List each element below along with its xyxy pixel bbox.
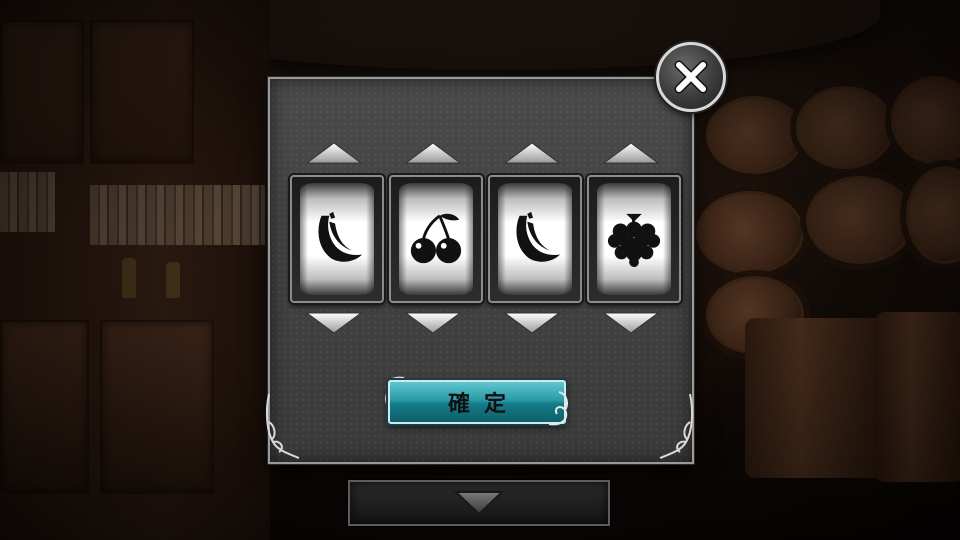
reel-1-down-button[interactable] [306, 312, 362, 334]
triangle-down-icon [454, 491, 504, 516]
reel-drum [498, 183, 572, 295]
corner-ornament-left [263, 392, 303, 464]
scroll-ornament-right [545, 388, 575, 428]
reel-2-down-button[interactable] [405, 312, 461, 334]
cherry-icon [407, 210, 465, 268]
reel-1-up-button[interactable] [306, 142, 362, 164]
triangle-down-icon [405, 312, 461, 334]
reel-drum [300, 183, 374, 295]
grape-icon [605, 210, 663, 268]
corner-ornament-right [656, 392, 696, 464]
reel-2-up-button[interactable] [405, 142, 461, 164]
reel-drum [597, 183, 671, 295]
triangle-up-icon [405, 142, 461, 164]
reel-3-down-button[interactable] [504, 312, 560, 334]
confirm-button[interactable]: 確定 [388, 380, 566, 424]
triangle-down-icon [306, 312, 362, 334]
bottom-arrow-button[interactable] [348, 480, 610, 526]
reel-3-up-button[interactable] [504, 142, 560, 164]
banana-icon [308, 210, 366, 268]
reel-drum [399, 183, 473, 295]
reel-2[interactable] [389, 175, 483, 303]
triangle-up-icon [504, 142, 560, 164]
triangle-up-icon [603, 142, 659, 164]
reel-3[interactable] [488, 175, 582, 303]
banana-icon [506, 210, 564, 268]
triangle-up-icon [306, 142, 362, 164]
triangle-down-icon [603, 312, 659, 334]
confirm-label: 確定 [447, 392, 520, 417]
reel-1[interactable] [290, 175, 384, 303]
close-icon [674, 60, 708, 94]
reel-4-up-button[interactable] [603, 142, 659, 164]
close-button[interactable] [656, 42, 726, 112]
reel-4-down-button[interactable] [603, 312, 659, 334]
reel-4[interactable] [587, 175, 681, 303]
triangle-down-icon [504, 312, 560, 334]
